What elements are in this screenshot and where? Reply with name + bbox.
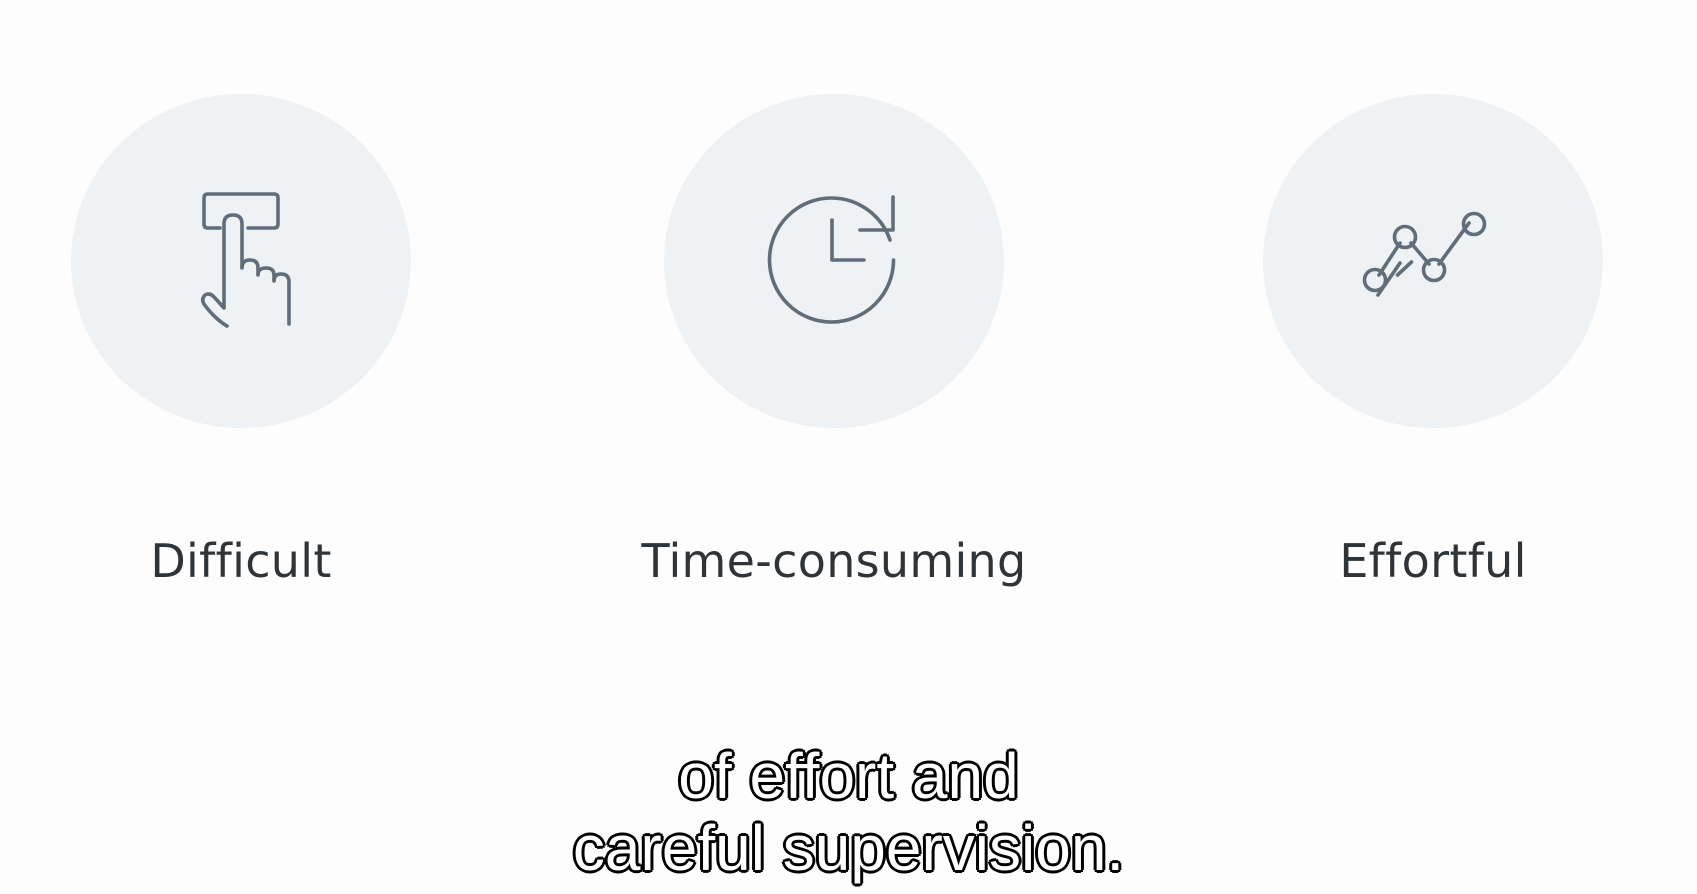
caption-line-1: of effort and	[677, 739, 1019, 813]
caption-line-2: careful supervision.	[572, 811, 1125, 885]
effortful-label: Effortful	[1339, 534, 1527, 588]
effortful-card	[1263, 94, 1603, 428]
time-consuming-label: Time-consuming	[641, 534, 1027, 588]
line-graph-icon	[1362, 211, 1487, 297]
hand-pointer-icon	[200, 192, 291, 328]
subtitle-caption: of effort and careful supervision.	[0, 739, 1697, 885]
time-consuming-card	[664, 94, 1004, 428]
clock-refresh-icon	[767, 195, 896, 324]
difficult-label: Difficult	[150, 534, 332, 588]
difficult-card	[71, 94, 411, 428]
